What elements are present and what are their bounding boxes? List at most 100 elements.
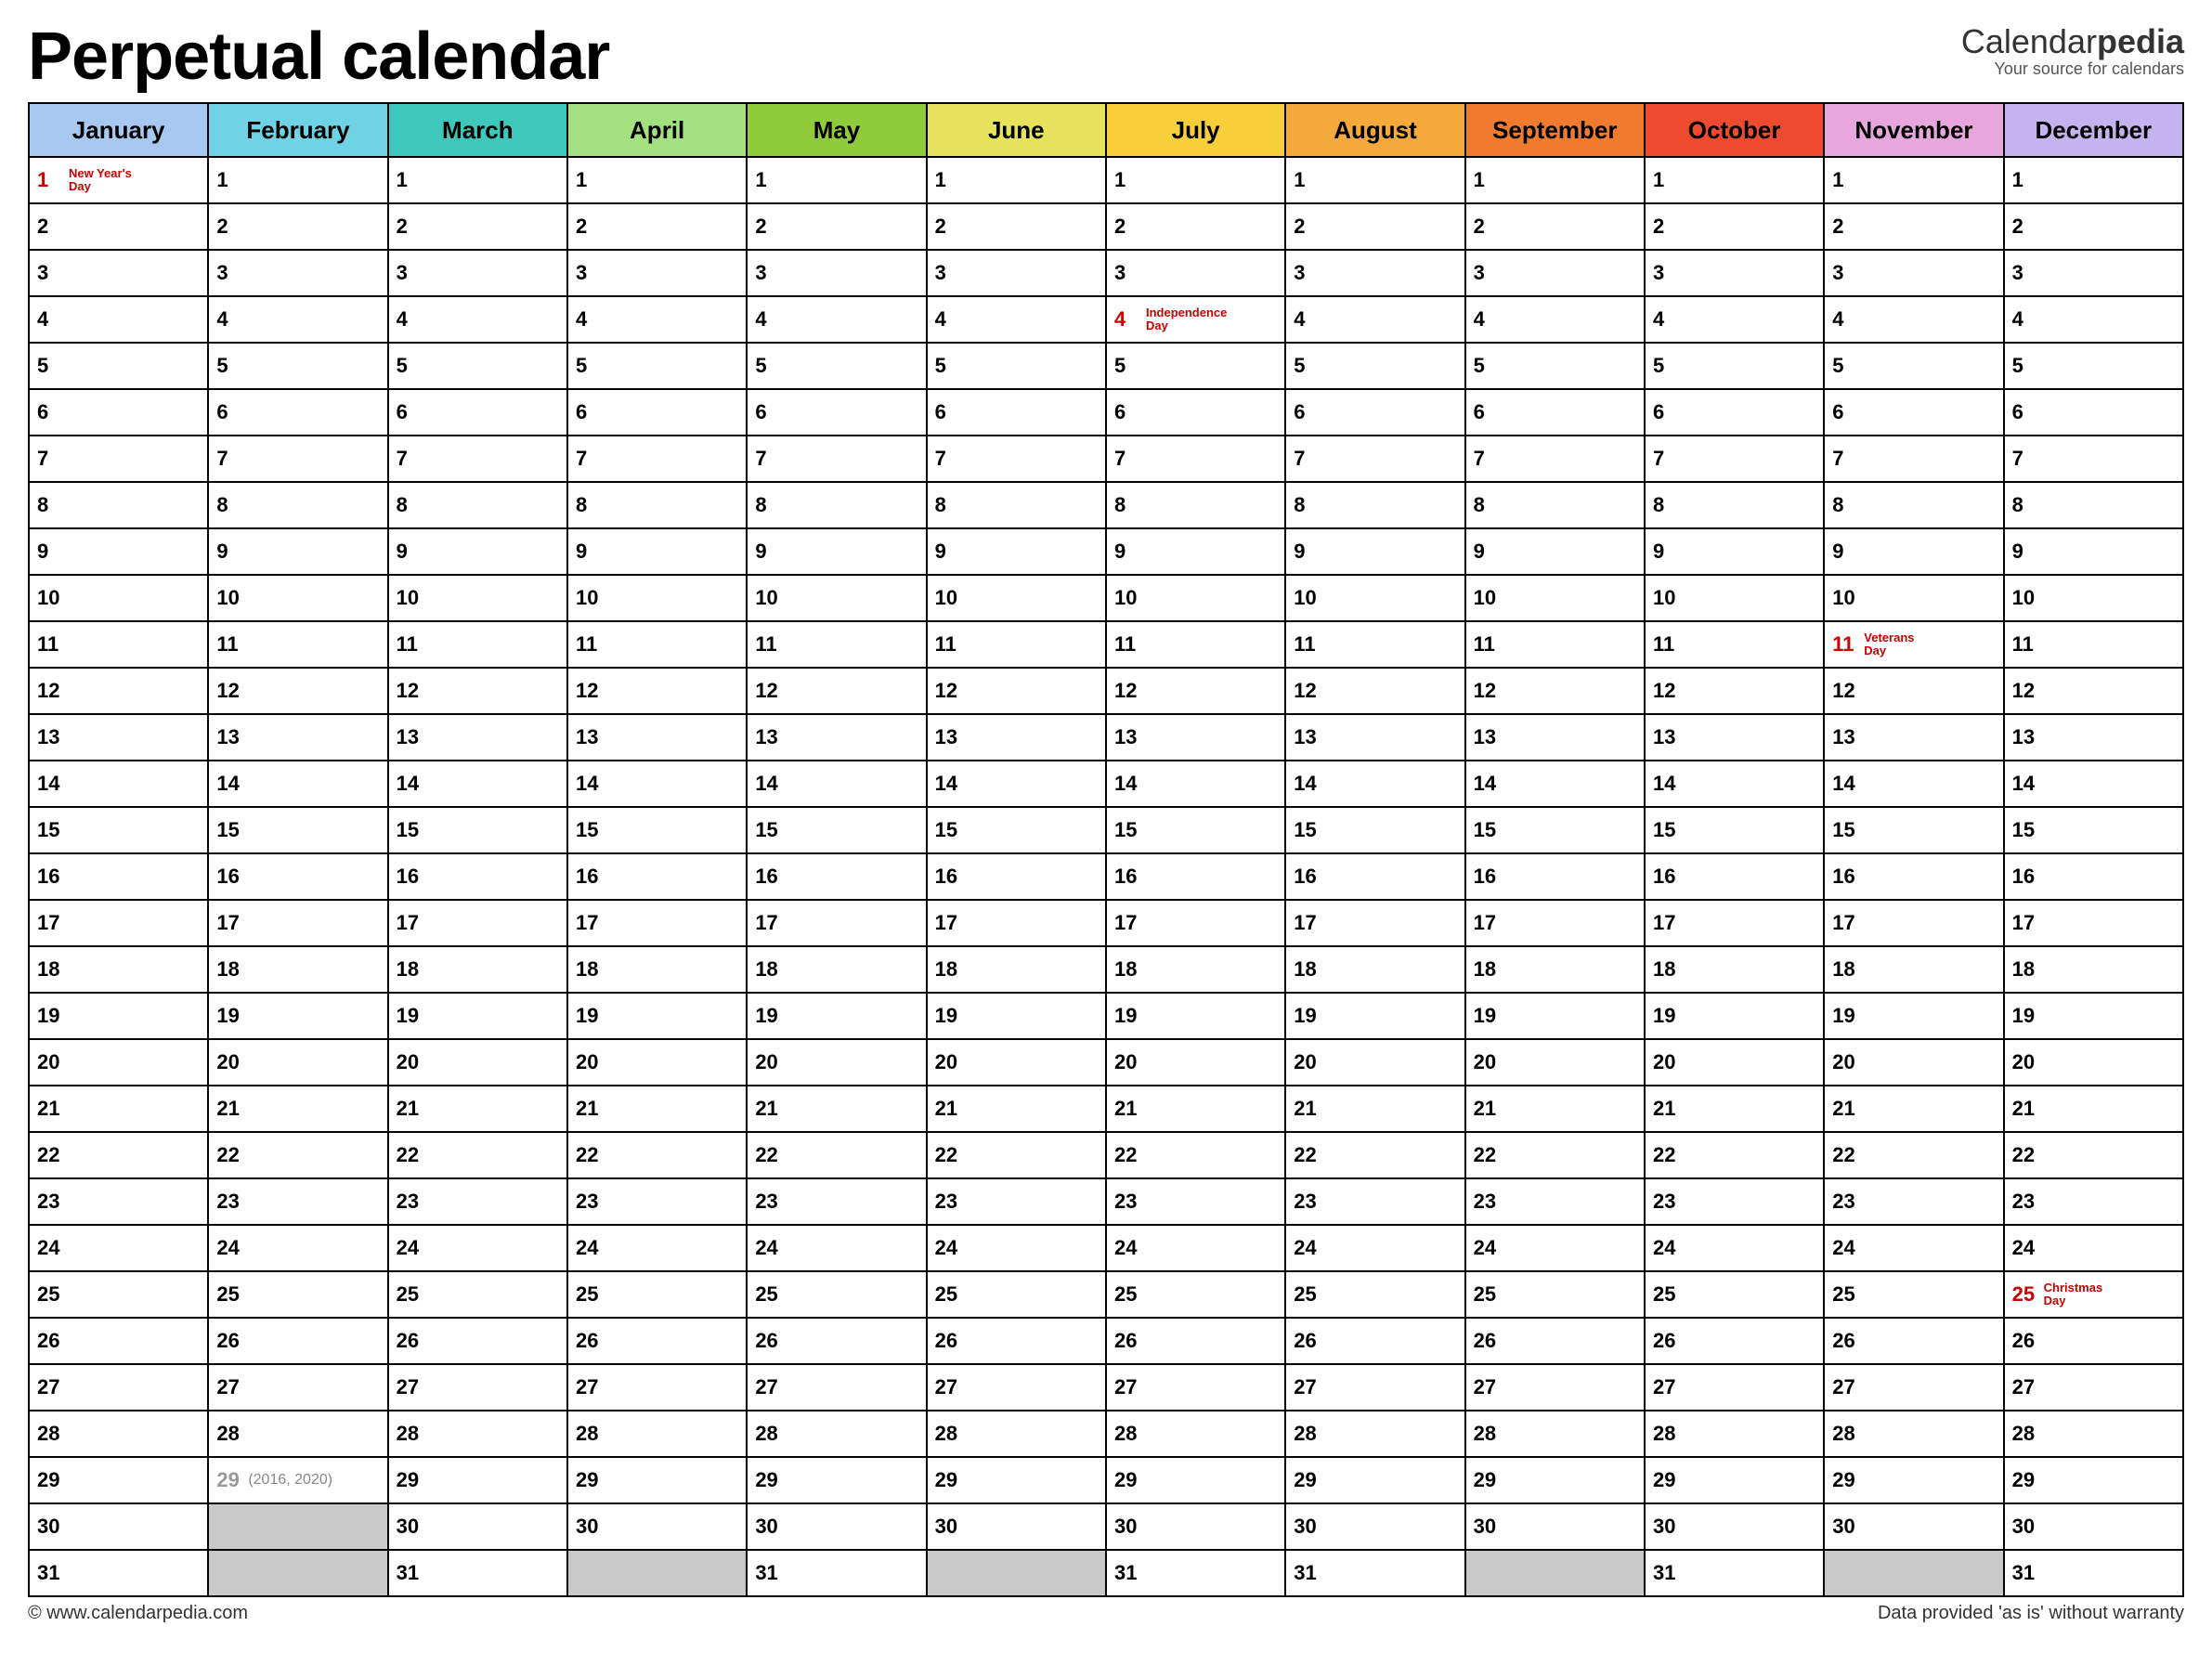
day-number: 9 [37,540,63,564]
day-cell: 9 [1285,528,1464,575]
day-number: 2 [576,215,602,239]
day-cell: 6 [747,389,926,436]
day-cell: 3 [208,250,387,296]
day-number: 3 [397,261,423,285]
day-cell: 4 [1465,296,1645,343]
day-number: 14 [935,772,961,796]
day-cell: 15 [1106,807,1285,853]
page-title: Perpetual calendar [28,19,609,95]
day-number: 20 [397,1050,423,1074]
day-cell: 29 [1645,1457,1824,1503]
day-cell: 12 [1645,668,1824,714]
day-number: 3 [1653,261,1679,285]
day-number: 9 [755,540,781,564]
day-cell: 23 [1106,1178,1285,1225]
day-cell: 29 [29,1457,208,1503]
day-cell: 28 [1106,1411,1285,1457]
day-number: 27 [935,1375,961,1399]
day-number: 31 [1294,1561,1320,1585]
day-cell: 28 [567,1411,747,1457]
day-row: 151515151515151515151515 [29,807,2183,853]
day-number: 25 [935,1282,961,1307]
day-cell: 5 [1645,343,1824,389]
day-cell: 2 [1285,203,1464,250]
day-cell: 19 [1465,993,1645,1039]
month-header: July [1106,103,1285,157]
day-cell: 6 [388,389,567,436]
day-cell: 20 [208,1039,387,1086]
day-number: 15 [935,818,961,842]
day-number: 26 [37,1329,63,1353]
day-number: 28 [1114,1422,1140,1446]
day-number: 16 [1114,865,1140,889]
day-row: 1111111111111111111111VeteransDay11 [29,621,2183,668]
day-cell: 11 [388,621,567,668]
day-number: 9 [1653,540,1679,564]
day-row: 3030303030303030303030 [29,1503,2183,1550]
day-number: 30 [1832,1515,1858,1539]
day-row: 212121212121212121212121 [29,1086,2183,1132]
month-header: February [208,103,387,157]
day-cell: 30 [1824,1503,2003,1550]
day-cell: 11 [29,621,208,668]
day-number: 1 [397,168,423,192]
day-cell: 30 [1285,1503,1464,1550]
day-cell: 24 [208,1225,387,1271]
day-cell: 29 [747,1457,926,1503]
day-cell: 30 [29,1503,208,1550]
day-number: 4 [1114,307,1140,332]
day-number: 16 [1294,865,1320,889]
day-number: 23 [1474,1190,1500,1214]
day-cell: 20 [1285,1039,1464,1086]
day-cell: 8 [2004,482,2183,528]
day-number: 20 [935,1050,961,1074]
day-number: 15 [1474,818,1500,842]
day-cell: 17 [567,900,747,946]
day-number: 4 [755,307,781,332]
day-cell: 16 [208,853,387,900]
day-cell: 19 [1645,993,1824,1039]
day-number: 22 [1474,1143,1500,1167]
day-number: 28 [2012,1422,2038,1446]
day-row: 222222222222222222222222 [29,1132,2183,1178]
month-header: October [1645,103,1824,157]
day-number: 19 [1832,1004,1858,1028]
day-number: 25 [397,1282,423,1307]
day-cell: 24 [2004,1225,2183,1271]
day-number: 27 [397,1375,423,1399]
day-cell: 12 [747,668,926,714]
day-row: 999999999999 [29,528,2183,575]
day-number: 18 [1474,957,1500,982]
day-number: 23 [397,1190,423,1214]
day-number: 27 [576,1375,602,1399]
day-number: 6 [935,400,961,424]
day-cell: 29 [1106,1457,1285,1503]
day-cell: 12 [388,668,567,714]
day-number: 23 [216,1190,242,1214]
day-number: 10 [576,586,602,610]
day-number: 4 [1294,307,1320,332]
day-cell: 3 [747,250,926,296]
day-cell: 14 [1465,761,1645,807]
day-number: 30 [935,1515,961,1539]
day-cell: 15 [2004,807,2183,853]
day-number: 18 [1294,957,1320,982]
day-cell: 27 [29,1364,208,1411]
day-cell: 17 [747,900,926,946]
day-number: 9 [2012,540,2038,564]
month-header: May [747,103,926,157]
day-number: 26 [397,1329,423,1353]
day-cell: 1 [927,157,1106,203]
day-number: 17 [1653,911,1679,935]
day-number: 7 [576,447,602,471]
day-number: 26 [2012,1329,2038,1353]
day-cell: 25ChristmasDay [2004,1271,2183,1318]
day-number: 5 [2012,354,2038,378]
day-number: 29 [935,1468,961,1492]
day-number: 2 [1653,215,1679,239]
day-cell: 31 [1645,1550,1824,1596]
day-row: 161616161616161616161616 [29,853,2183,900]
day-cell: 3 [567,250,747,296]
day-cell: 11 [1465,621,1645,668]
day-number: 20 [1474,1050,1500,1074]
